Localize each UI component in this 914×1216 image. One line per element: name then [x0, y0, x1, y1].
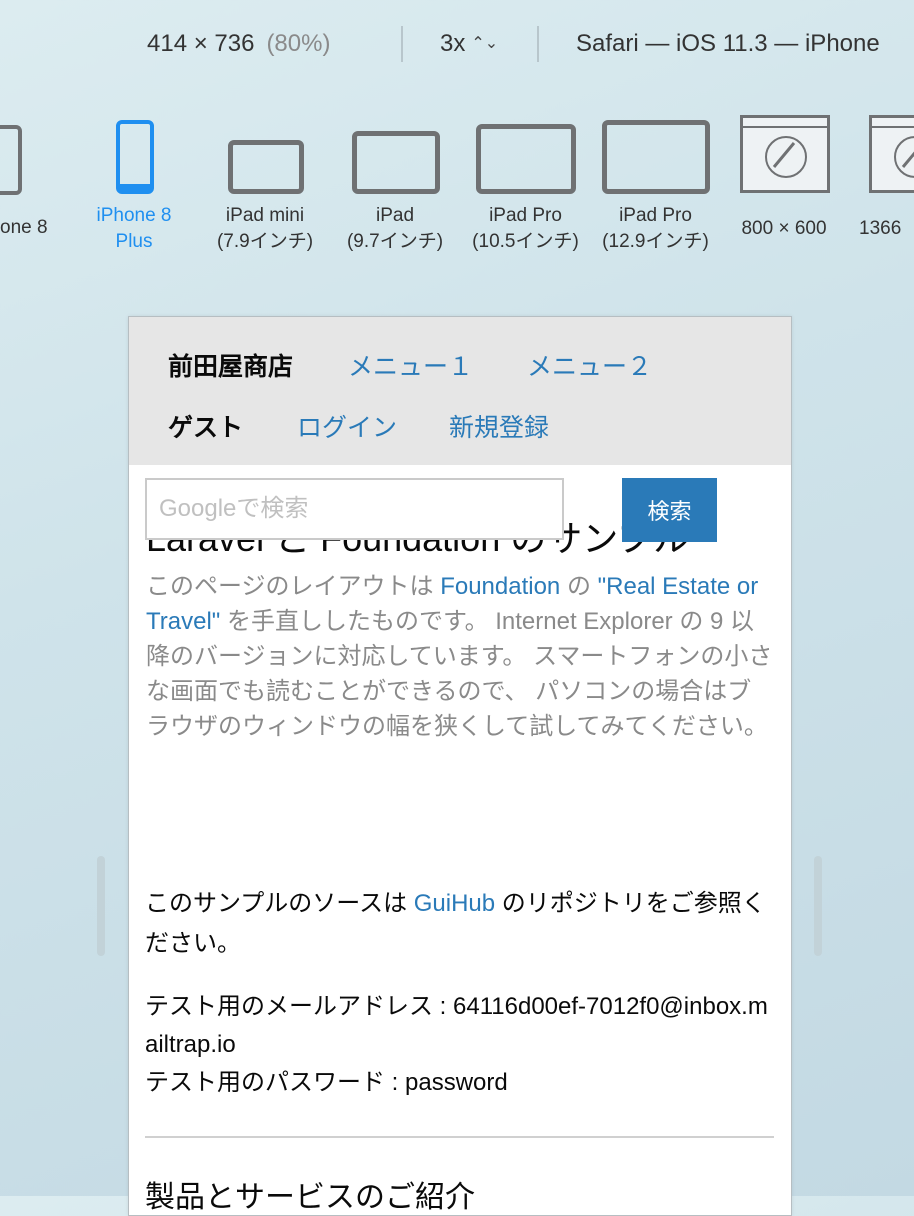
password-value: password: [405, 1069, 508, 1096]
viewport-dimensions: 414 × 736 (80%): [147, 30, 330, 58]
device-label: (10.5インチ): [472, 231, 579, 252]
intro-paragraph: このページのレイアウトは Foundation の "Real Estate o…: [146, 573, 773, 740]
site-top-bar: 前田屋商店 メニュー１ メニュー２ ゲスト ログイン 新規登録: [129, 317, 791, 465]
device-label: 800 × 600: [741, 218, 827, 239]
device-ipad-pro-10-5[interactable]: iPad Pro (10.5インチ): [468, 115, 583, 255]
nav-login[interactable]: ログイン: [297, 408, 397, 444]
zoom-level: (80%): [266, 30, 331, 57]
device-label: iPad: [375, 205, 415, 226]
device-label: (7.9インチ): [216, 231, 314, 252]
github-link[interactable]: GuiHub: [414, 890, 495, 917]
device-ipad-pro-12-9[interactable]: iPad Pro (12.9インチ): [598, 115, 713, 255]
tablet-icon: [476, 124, 576, 194]
tablet-icon: [602, 120, 710, 194]
device-label: Plus: [115, 231, 153, 252]
nav-register[interactable]: 新規登録: [449, 408, 549, 444]
foundation-link[interactable]: Foundation: [440, 573, 560, 600]
device-label: iPad mini: [225, 205, 305, 226]
tablet-icon: [352, 131, 440, 194]
compass-needle-icon: [772, 142, 796, 168]
tablet-icon: [228, 140, 304, 194]
email-line: テスト用のメールアドレス : 64116d00ef-7012f0@inbox.m…: [145, 988, 773, 1064]
resize-handle-right[interactable]: [814, 856, 822, 956]
responsive-toolbar: 414 × 736 (80%) 3x ⌃⌄ Safari — iOS 11.3 — …: [0, 0, 914, 90]
device-label: (9.7インチ): [346, 231, 444, 252]
test-credentials: テスト用のメールアドレス : 64116d00ef-7012f0@inbox.m…: [145, 988, 773, 1102]
divider: [145, 1136, 774, 1138]
device-iphone-8-plus[interactable]: iPhone 8 Plus: [84, 115, 184, 255]
phone-icon: [116, 120, 154, 194]
device-label: (12.9インチ): [602, 231, 709, 252]
nav-menu-2[interactable]: メニュー２: [527, 347, 652, 383]
device-ipad-mini[interactable]: iPad mini (7.9インチ): [209, 115, 321, 255]
email-label: テスト用のメールアドレス :: [145, 993, 454, 1020]
compass-needle-icon: [901, 151, 914, 168]
user-name: ゲスト: [168, 414, 244, 442]
device-label: iPhone 8: [96, 205, 172, 226]
password-label: テスト用のパスワード :: [145, 1069, 406, 1096]
section-heading: 製品とサービスのご紹介: [145, 1181, 475, 1214]
browser-selector[interactable]: Safari — iOS 11.3 — iPhone: [576, 30, 880, 58]
resize-handle-left[interactable]: [97, 856, 105, 956]
chevron-updown-icon: ⌃⌄: [471, 35, 499, 52]
toolbar-divider: [401, 26, 403, 62]
search-input[interactable]: [145, 478, 564, 540]
device-label: 1366: [859, 218, 902, 239]
nav-menu-1[interactable]: メニュー１: [348, 347, 473, 383]
source-paragraph: このサンプルのソースは GuiHub のリポジトリをご参照ください。: [145, 890, 766, 957]
search-button[interactable]: 検索: [622, 478, 717, 542]
password-line: テスト用のパスワード : password: [145, 1064, 773, 1102]
device-iphone-8[interactable]: one 8: [0, 115, 70, 255]
phone-icon: [0, 125, 22, 195]
dimensions-text: 414 × 736: [147, 30, 255, 57]
toolbar-divider: [537, 26, 539, 62]
scale-selector[interactable]: 3x ⌃⌄: [440, 30, 498, 58]
device-ipad[interactable]: iPad (9.7インチ): [339, 115, 451, 255]
device-label: iPad Pro: [489, 205, 562, 226]
site-brand[interactable]: 前田屋商店: [168, 347, 293, 383]
device-label: iPad Pro: [619, 205, 692, 226]
scale-value: 3x: [440, 30, 466, 57]
